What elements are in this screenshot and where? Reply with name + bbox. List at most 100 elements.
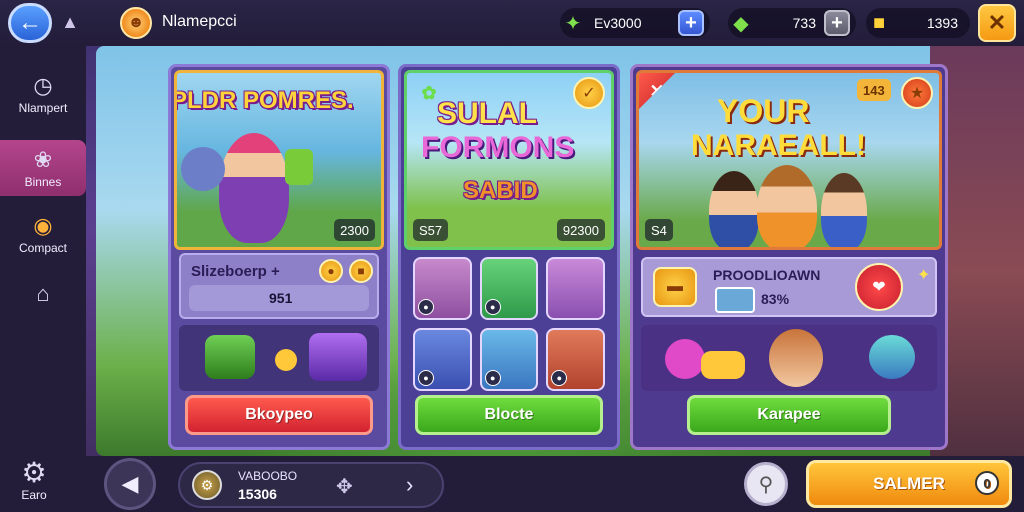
star-badge-icon: ★ (901, 77, 933, 109)
buy-button[interactable]: Bkoypeo (185, 395, 373, 435)
level-badge-icon: ● (484, 299, 501, 315)
child-figure-1 (709, 171, 759, 247)
card-title-line1: SULAL (437, 97, 537, 130)
info-box: Slizeboerp + ● ■ 951 (179, 253, 379, 319)
sidebar-item-binnes[interactable]: ❀ Binnes (0, 140, 86, 196)
gem-icon: ✦ (564, 12, 582, 35)
offer-card-2[interactable]: ✿ ✓ SULAL FORMONS SABID S57 92300 ● ● ● … (398, 64, 620, 450)
treasure-cart-icon (205, 335, 255, 379)
sidebar: ◷ Nlampert ❀ Binnes ◉ Compact ⌂ (0, 46, 86, 512)
sidebar-item-nlampert[interactable]: ◷ Nlampert (0, 66, 86, 122)
crystal-icon: ◆ (733, 12, 749, 35)
gold-pile-icon (701, 351, 745, 379)
sparkle-icon: ✦ (917, 267, 931, 284)
card-badge: 143 (857, 79, 891, 101)
settings-label: Earo (21, 487, 47, 502)
close-button[interactable]: ✕ (978, 4, 1016, 42)
card-hero-image: PLDR POMRES. 2300 (174, 70, 384, 250)
info-value: 951 (269, 290, 293, 306)
player-name: Nlamepcci (162, 13, 237, 30)
offer-card-3[interactable]: ✕ 143 ★ YOUR NARAEALL! S4 ▬ PROODLIOAWN … (630, 64, 948, 450)
card-title-line2: FORMONS (421, 131, 575, 164)
level-badge-icon: ● (551, 370, 568, 386)
sidebar-item-house[interactable]: ⌂ (0, 266, 86, 322)
map-thumbnail (715, 287, 755, 313)
level-badge-icon: ● (418, 370, 434, 386)
grid-item-fish[interactable]: ● (479, 328, 539, 391)
card-hero-image: ✿ ✓ SULAL FORMONS SABID S57 92300 (404, 70, 614, 250)
cannon-figure (181, 147, 225, 191)
card-left-tag: S4 (645, 219, 673, 241)
close-ribbon-icon[interactable]: ✕ (639, 73, 675, 109)
reward-area (179, 325, 379, 391)
gold-bars-icon: ▬ (653, 267, 697, 307)
footer-panel[interactable]: ⚙ VABOOBO 15306 ✥ › (178, 462, 444, 508)
grid-item-gold[interactable]: ● (413, 328, 472, 391)
sidebar-item-compact[interactable]: ◉ Compact (0, 206, 86, 262)
currency-value: 733 (792, 15, 816, 31)
child-figure-3 (821, 173, 867, 247)
coin-icon (275, 349, 297, 371)
item-grid: ● ● ● ● ● (409, 253, 609, 395)
main-cta-button[interactable]: SALMER 0 (806, 460, 1012, 508)
grid-item-chest[interactable]: ● (479, 257, 539, 320)
card-title-line3: SABID (463, 177, 538, 204)
card-price: 92300 (556, 219, 605, 241)
coin-icon: ● (319, 259, 343, 283)
level-badge-icon: ● (418, 299, 434, 315)
add-gems-button[interactable]: + (678, 10, 704, 36)
search-button[interactable]: ⚲ (744, 462, 788, 506)
card-left-tag: S57 (413, 219, 449, 241)
ticket-icon: ■ (872, 11, 886, 34)
add-crystals-button[interactable]: + (824, 10, 850, 36)
house-icon: ⌂ (36, 281, 50, 306)
card-title-line1: YOUR (717, 93, 810, 129)
sidebar-item-label: Nlampert (18, 100, 68, 115)
info-value-row: 951 (189, 285, 369, 311)
card-title-line2: NARAEALL! (691, 129, 866, 162)
home-icon[interactable]: ▲ (60, 12, 80, 32)
currency-value: 1393 (926, 15, 958, 31)
chevron-right-icon[interactable]: › (406, 472, 413, 498)
sidebar-item-label: Binnes (24, 174, 62, 189)
offer-title: PROODLIOAWN (713, 267, 821, 283)
offer-row: ▬ PROODLIOAWN 83% ❤ ✦ (641, 257, 937, 317)
currency-value: Ev3000 (594, 15, 642, 31)
child-figure-2 (757, 165, 817, 247)
footer-label: VABOOBO (238, 469, 298, 483)
currency-tickets: ■ 1393 (866, 8, 970, 38)
reward-area (641, 325, 937, 391)
info-title: Slizeboerp + (191, 263, 280, 280)
target-icon: ◉ (33, 212, 53, 238)
settings-button[interactable]: ⚙ Earo (0, 450, 68, 512)
medal-icon: ⚙ (192, 470, 222, 500)
previous-button[interactable]: ◀ (104, 458, 156, 510)
dpad-icon[interactable]: ✥ (336, 474, 353, 499)
gold-bar-icon: ■ (349, 259, 373, 283)
card-hero-image: ✕ 143 ★ YOUR NARAEALL! S4 (636, 70, 942, 250)
heart-icon: ❤ (855, 263, 903, 311)
chat-icon: ❀ (33, 146, 53, 172)
player-avatar[interactable]: ☻ (120, 7, 152, 39)
fox-girl-icon (769, 329, 823, 387)
cta-count-badge: 0 (975, 471, 999, 495)
card-title: PLDR POMRES. (174, 87, 354, 114)
currency-gems: ✦ Ev3000 + (560, 8, 710, 38)
back-button[interactable]: ← (8, 3, 52, 43)
robot-toy-icon (309, 333, 367, 381)
potion-figure (285, 149, 313, 185)
offer-card-1[interactable]: PLDR POMRES. 2300 Slizeboerp + ● ■ 951 B… (168, 64, 390, 450)
card-price: 2300 (334, 219, 375, 241)
grid-item-fox[interactable]: ● (413, 257, 472, 320)
gear-icon: ⚙ (21, 456, 47, 488)
grid-item-robot[interactable] (546, 257, 605, 320)
select-button[interactable]: Blocte (415, 395, 603, 435)
grid-item-lion[interactable]: ● (546, 328, 605, 391)
level-badge-icon: ● (484, 370, 501, 386)
character-figure (219, 133, 289, 243)
check-badge-icon: ✓ (573, 77, 605, 109)
top-bar: ← ▲ ☻ Nlamepcci ✦ Ev3000 + ◆ 733 + ■ 139… (0, 0, 1024, 46)
creature-icon (665, 339, 705, 379)
offer-percent: 83% (761, 291, 790, 307)
claim-button[interactable]: Karapee (687, 395, 891, 435)
